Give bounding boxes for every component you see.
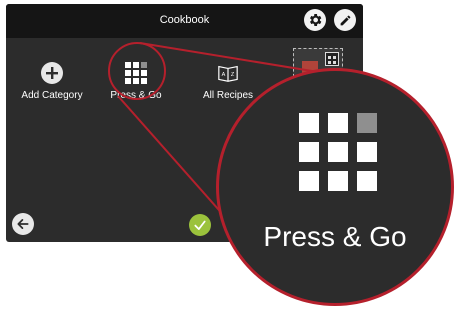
grid-badge-icon <box>325 52 339 66</box>
tile-label: Add Category <box>21 90 83 101</box>
tile-add-category[interactable]: Add Category <box>12 62 92 101</box>
tile-all-recipes[interactable]: A Z All Recipes <box>188 62 268 101</box>
magnifier-callout: Press & Go <box>216 68 454 306</box>
stage: Cookbook Add Category Press & Go A Z All… <box>0 0 454 310</box>
highlight-ring <box>108 42 166 100</box>
pencil-icon <box>340 15 350 25</box>
plus-icon <box>41 62 63 84</box>
edit-button[interactable] <box>334 9 356 31</box>
settings-button[interactable] <box>304 9 326 31</box>
top-bar: Cookbook <box>6 4 363 38</box>
grid-icon <box>299 113 377 191</box>
back-arrow-icon <box>17 219 29 229</box>
checkmark-icon <box>194 220 206 230</box>
gear-icon <box>310 14 322 26</box>
back-button[interactable] <box>12 213 34 235</box>
confirm-button[interactable] <box>189 214 211 236</box>
svg-text:Z: Z <box>231 72 235 78</box>
book-az-icon: A Z <box>218 65 238 82</box>
magnifier-label: Press & Go <box>263 221 407 252</box>
svg-text:A: A <box>222 72 226 78</box>
